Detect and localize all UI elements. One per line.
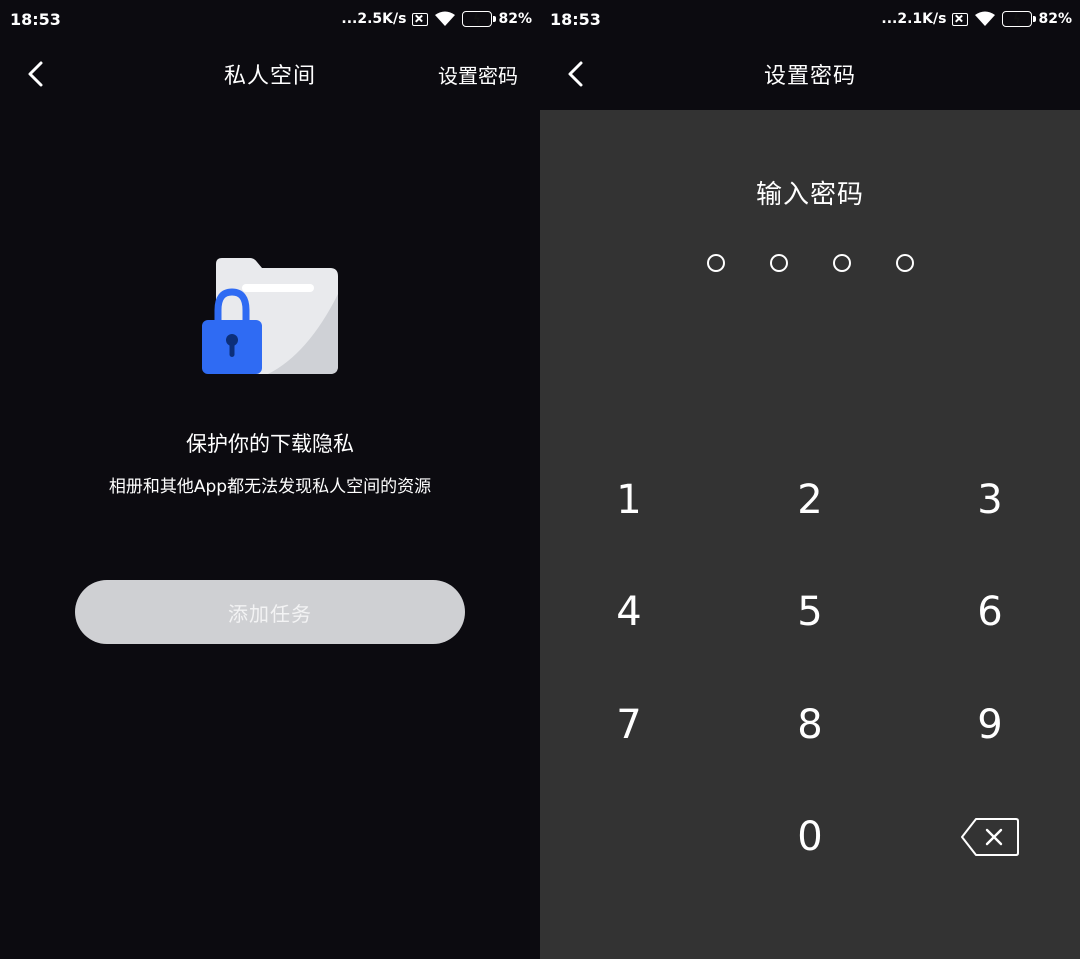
sim-off-icon <box>952 12 969 26</box>
keypad-area: 输入密码 1 2 3 4 5 6 7 8 9 0 <box>540 110 1080 959</box>
battery-percent: 82% <box>1038 11 1072 27</box>
private-space-screen: 18:53 ...2.5K/s ϟ 82% 私人空间 设置密码 保护你的下载隐私… <box>0 0 540 959</box>
battery-percent: 82% <box>498 11 532 27</box>
wifi-icon <box>975 11 996 26</box>
set-password-button[interactable]: 设置密码 <box>438 60 518 89</box>
sim-off-icon <box>412 12 429 26</box>
wifi-icon <box>435 11 456 26</box>
key-0[interactable]: 0 <box>750 797 870 877</box>
nav-bar: 设置密码 <box>540 38 1080 110</box>
status-time: 18:53 <box>10 9 61 29</box>
pin-dot <box>895 254 914 272</box>
key-6[interactable]: 6 <box>930 572 1050 652</box>
headline-text: 保护你的下载隐私 <box>186 432 354 456</box>
network-speed: ...2.5K/s <box>341 11 407 27</box>
status-bar: 18:53 ...2.1K/s ϟ 82% <box>540 0 1080 38</box>
key-3[interactable]: 3 <box>930 460 1050 540</box>
backspace-icon <box>961 818 1019 856</box>
set-password-screen: 18:53 ...2.1K/s ϟ 82% 设置密码 输入密码 1 2 3 4 … <box>540 0 1080 959</box>
key-8[interactable]: 8 <box>750 685 870 765</box>
key-1[interactable]: 1 <box>569 460 689 540</box>
screenshot-root: 18:53 ...2.5K/s ϟ 82% 私人空间 设置密码 保护你的下载隐私… <box>0 0 1080 959</box>
key-2[interactable]: 2 <box>750 460 870 540</box>
page-title: 设置密码 <box>763 64 856 89</box>
pin-indicator <box>540 254 1080 272</box>
add-task-button[interactable]: 添加任务 <box>75 580 465 644</box>
network-speed: ...2.1K/s <box>881 11 947 27</box>
status-time: 18:53 <box>550 9 601 29</box>
battery-charging-icon: ϟ <box>1002 11 1037 27</box>
pin-title: 输入密码 <box>755 180 864 210</box>
description-text: 相册和其他App都无法发现私人空间的资源 <box>108 477 432 497</box>
key-7[interactable]: 7 <box>569 685 689 765</box>
folder-lock-icon <box>202 258 338 374</box>
key-5[interactable]: 5 <box>750 572 870 652</box>
key-9[interactable]: 9 <box>930 685 1050 765</box>
backspace-button[interactable] <box>930 797 1050 877</box>
status-icons: ...2.5K/s ϟ 82% <box>341 11 532 27</box>
key-4[interactable]: 4 <box>569 572 689 652</box>
pin-dot <box>706 254 725 272</box>
status-bar: 18:53 ...2.5K/s ϟ 82% <box>0 0 540 38</box>
status-icons: ...2.1K/s ϟ 82% <box>881 11 1072 27</box>
pin-dot <box>832 254 851 272</box>
pin-dot <box>769 254 788 272</box>
battery-charging-icon: ϟ <box>462 11 497 27</box>
nav-bar: 私人空间 设置密码 <box>0 38 540 110</box>
